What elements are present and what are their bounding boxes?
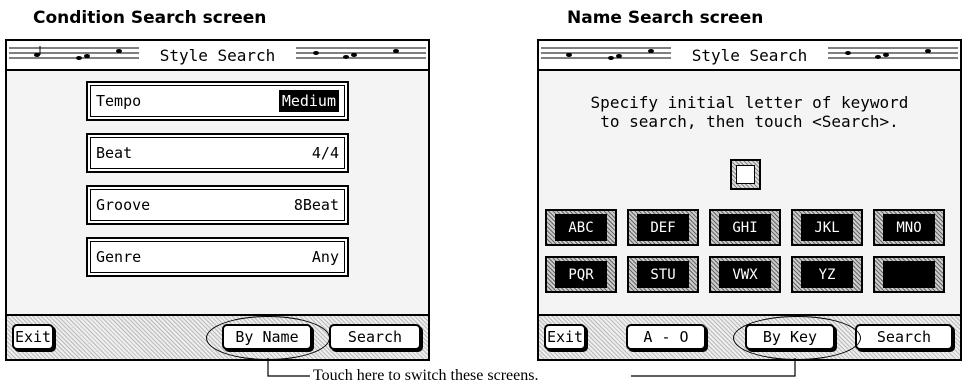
switch-screens-note: Touch here to switch these screens. — [313, 367, 539, 384]
screen-title: Style Search — [153, 45, 282, 65]
connector-bracket — [267, 358, 796, 377]
screen-title: Style Search — [685, 45, 814, 65]
